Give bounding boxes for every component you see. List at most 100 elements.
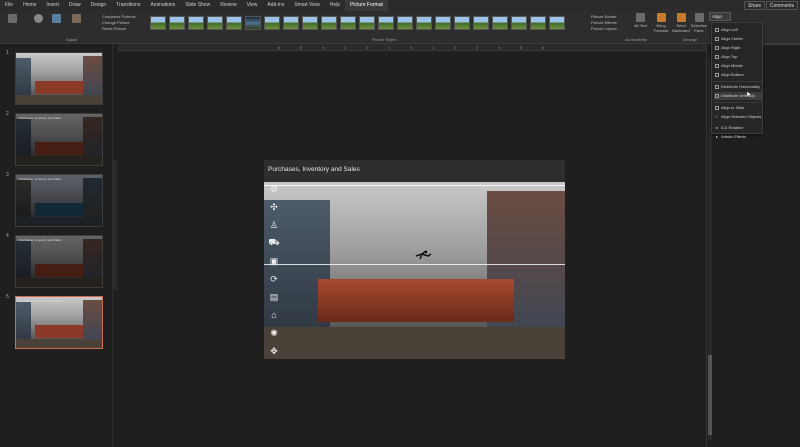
- menu-item-align-selected-objects[interactable]: Align Selected Objects: [714, 113, 762, 121]
- picture-style-thumb[interactable]: [321, 16, 337, 30]
- tab-picture-format[interactable]: Picture Format: [345, 0, 388, 12]
- tab-transitions[interactable]: Transitions: [111, 0, 145, 11]
- picture-style-thumb[interactable]: [283, 16, 299, 30]
- menu-item-align-left[interactable]: Align Left: [714, 26, 762, 34]
- tab-review[interactable]: Review: [215, 0, 241, 11]
- tab-animations[interactable]: Animations: [145, 0, 180, 11]
- picture-style-thumb[interactable]: [435, 16, 451, 30]
- main-slide[interactable]: Purchases, Inventory and Sales ⚙ ✣ ♙ ⛟ ▣…: [264, 160, 565, 359]
- corrections-button[interactable]: [34, 14, 43, 24]
- slide-thumbnail[interactable]: Purchases, Inventory and Sales: [15, 235, 103, 288]
- slide-thumbnail[interactable]: Purchases, Inventory and Sales: [15, 113, 103, 166]
- gear-icon[interactable]: ⚙: [267, 182, 281, 196]
- slide-thumbnail[interactable]: [15, 52, 103, 105]
- network-icon[interactable]: ✣: [267, 200, 281, 214]
- box-icon[interactable]: ▣: [267, 254, 281, 268]
- picture-style-thumb[interactable]: [188, 16, 204, 30]
- tab-help[interactable]: Help: [325, 0, 345, 11]
- icon-column[interactable]: ⚙ ✣ ♙ ⛟ ▣ ⟳ ▤ ⌂ ✺ ✥: [267, 182, 283, 359]
- person-icon[interactable]: ♙: [267, 218, 281, 232]
- picture-style-thumb[interactable]: [340, 16, 356, 30]
- menu-item-align-bottom[interactable]: Align Bottom: [714, 71, 762, 79]
- align-button[interactable]: Align: [709, 12, 731, 21]
- thumbnail-photo: [16, 297, 102, 348]
- accessibility-group-label: Accessibility: [625, 37, 647, 42]
- picture-layout-button[interactable]: Picture Layout: [591, 26, 617, 32]
- refresh-icon[interactable]: ⟳: [267, 272, 281, 286]
- menu-item-align-to-slide[interactable]: Align to Slide: [714, 104, 762, 112]
- picture-styles-gallery[interactable]: [150, 16, 582, 32]
- bring-forward-button[interactable]: Bring Forward: [652, 13, 670, 33]
- picture-style-thumb[interactable]: [416, 16, 432, 30]
- picture-style-thumb[interactable]: [207, 16, 223, 30]
- picture-style-thumb[interactable]: [245, 16, 261, 30]
- tab-insert[interactable]: Insert: [41, 0, 64, 11]
- slide-picture[interactable]: ⚙ ✣ ♙ ⛟ ▣ ⟳ ▤ ⌂ ✺ ✥: [264, 182, 565, 359]
- truck-icon[interactable]: ⛟: [267, 236, 281, 250]
- thumbnail-photo: [16, 175, 102, 226]
- picture-style-thumb[interactable]: [549, 16, 565, 30]
- selection-pane-button[interactable]: Selection Pane: [691, 13, 707, 33]
- menu-item-align-middle[interactable]: Align Middle: [714, 62, 762, 70]
- menu-item-align-center[interactable]: Align Center: [714, 35, 762, 43]
- menu-item-align-right[interactable]: Align Right: [714, 44, 762, 52]
- ruler-tick-label: 2: [366, 45, 369, 50]
- slide-title[interactable]: Purchases, Inventory and Sales: [268, 166, 360, 173]
- picture-style-thumb[interactable]: [302, 16, 318, 30]
- thumbnail-photo: [16, 236, 102, 287]
- globe-icon[interactable]: ✺: [267, 326, 281, 340]
- comments-button[interactable]: Comments: [766, 1, 799, 10]
- scrollbar-thumb[interactable]: [708, 355, 712, 435]
- picture-style-thumb[interactable]: [511, 16, 527, 30]
- powerpoint-window: File Home Insert Draw Design Transitions Anima…: [0, 0, 800, 447]
- remove-background-button[interactable]: [8, 14, 17, 24]
- slide-thumbnail[interactable]: Purchases, Inventory and Sales: [15, 296, 103, 349]
- picture-style-thumb[interactable]: [226, 16, 242, 30]
- picture-style-thumb[interactable]: [473, 16, 489, 30]
- picture-style-thumb[interactable]: [378, 16, 394, 30]
- reset-picture-button[interactable]: Reset Picture: [102, 26, 136, 32]
- tab-design[interactable]: Design: [86, 0, 112, 11]
- menu-separator: [714, 81, 762, 82]
- color-button[interactable]: [52, 14, 61, 24]
- slide-thumbnail[interactable]: Purchases, Inventory and Sales: [15, 174, 103, 227]
- align-option-icon: [715, 106, 719, 110]
- picture-commands: Picture Border Picture Effects Picture L…: [591, 14, 617, 32]
- picture-style-thumb[interactable]: [530, 16, 546, 30]
- tab-home[interactable]: Home: [18, 0, 41, 11]
- submenu-artistic-effects[interactable]: Artistic Effects: [714, 133, 762, 141]
- document-icon[interactable]: ▤: [267, 290, 281, 304]
- tab-smart-view[interactable]: Smart View: [289, 0, 324, 11]
- menu-separator: [714, 102, 762, 103]
- picture-style-thumb[interactable]: [397, 16, 413, 30]
- picture-style-thumb[interactable]: [454, 16, 470, 30]
- picture-style-thumb[interactable]: [492, 16, 508, 30]
- tab-draw[interactable]: Draw: [64, 0, 86, 11]
- tab-view[interactable]: View: [242, 0, 263, 11]
- menu-item-label: Align to Slide: [721, 105, 745, 110]
- thumbnail-photo: [16, 53, 102, 104]
- picture-style-thumb[interactable]: [169, 16, 185, 30]
- right-pane-divider: [706, 44, 707, 447]
- tab-file[interactable]: File: [0, 0, 18, 11]
- menu-item-distribute-horizontally[interactable]: Distribute Horizontally: [714, 83, 762, 91]
- move-icon[interactable]: ✥: [267, 344, 281, 358]
- warehouse-icon[interactable]: ⌂: [267, 308, 281, 322]
- align-option-icon: [715, 85, 719, 89]
- picture-style-thumb[interactable]: [359, 16, 375, 30]
- submenu-3-d-rotation[interactable]: 3-D Rotation: [714, 124, 762, 132]
- picture-style-thumb[interactable]: [150, 16, 166, 30]
- send-backward-button[interactable]: Send Backward: [672, 13, 690, 33]
- alt-text-button[interactable]: Alt Text: [634, 13, 647, 28]
- tab-add-ins[interactable]: Add-ins: [262, 0, 289, 11]
- tab-slide-show[interactable]: Slide Show: [180, 0, 215, 11]
- artistic-effects-button[interactable]: [72, 14, 81, 24]
- arrange-group-label: Arrange: [683, 37, 698, 42]
- menu-item-distribute-vertically[interactable]: Distribute Vertically: [714, 92, 762, 100]
- slide-number: 1: [6, 50, 9, 56]
- picture-style-thumb[interactable]: [264, 16, 280, 30]
- horizontal-ruler: 6 5 4 3 2 1 0 1 2 3 4 5 6: [118, 44, 706, 51]
- share-button[interactable]: Share: [744, 1, 766, 10]
- thumbnail-title: Purchases, Inventory and Sales: [19, 238, 62, 242]
- menu-item-align-top[interactable]: Align Top: [714, 53, 762, 61]
